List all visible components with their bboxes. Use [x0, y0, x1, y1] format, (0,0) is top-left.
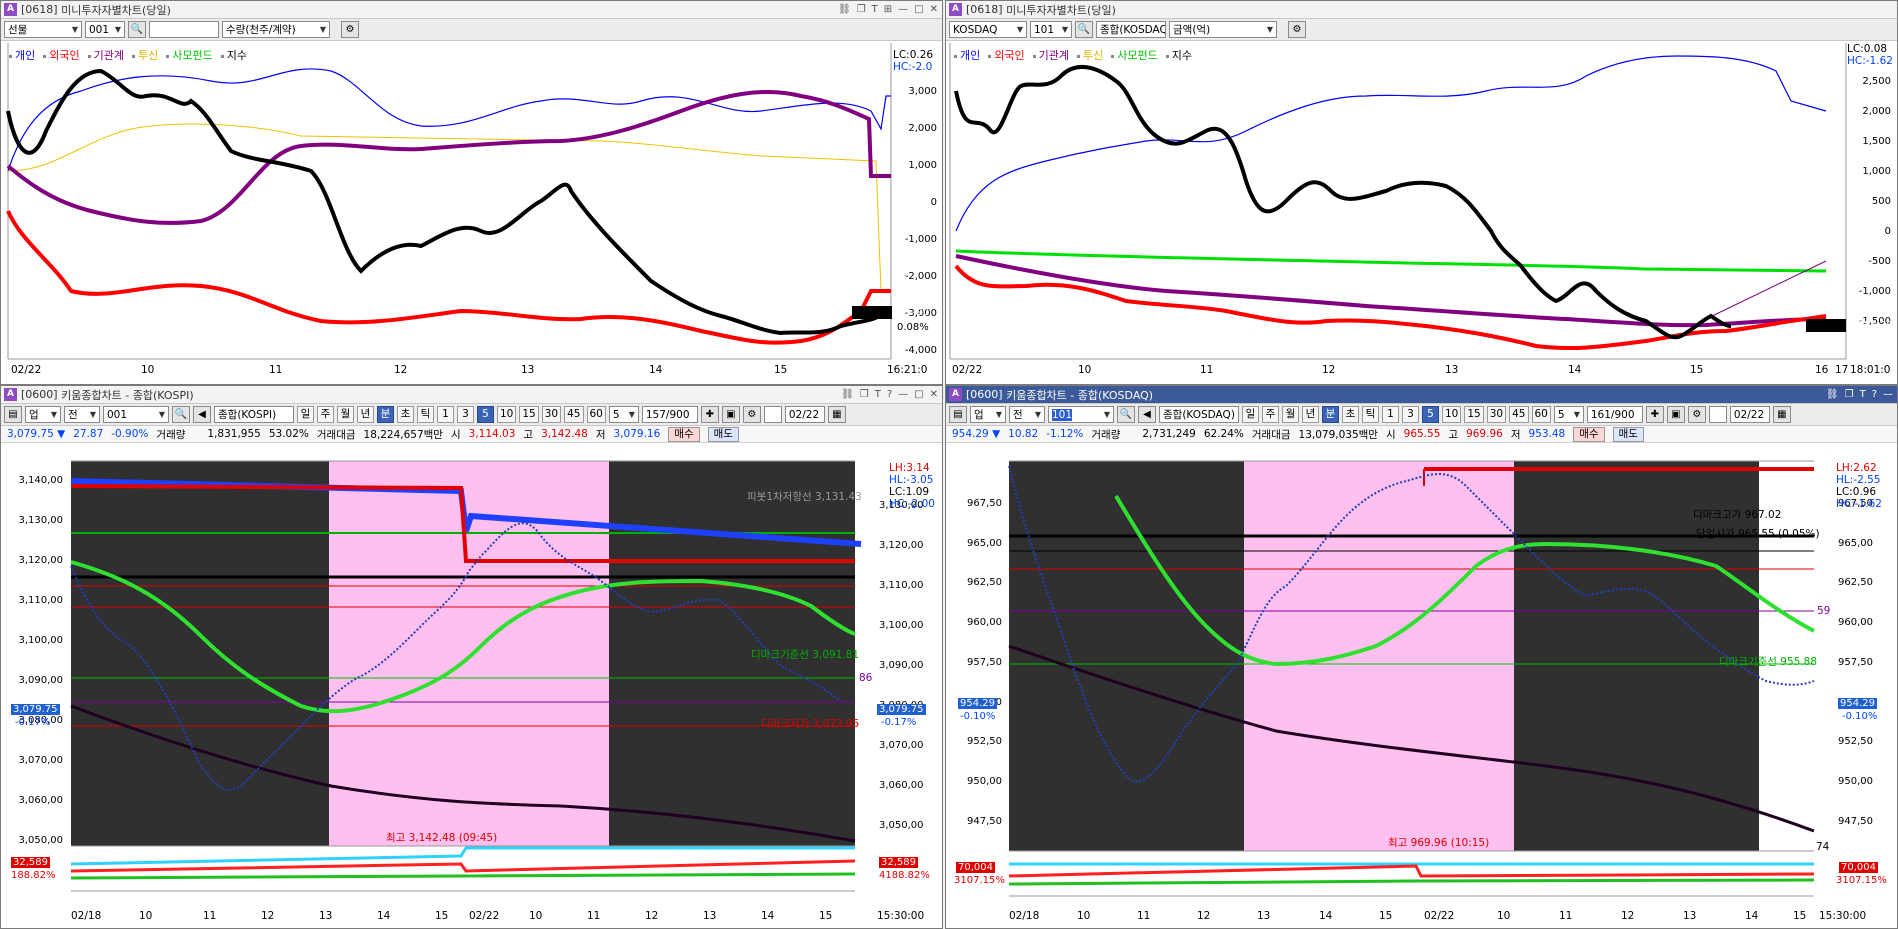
x-axis: 02/22 10 11 12 13 14 15 16 17 18:01:0	[952, 364, 1891, 376]
level-label: 59	[1817, 605, 1831, 617]
lc-hc-label: LC:0.08 HC:-1.62	[1847, 43, 1893, 67]
lc-hc-label: LC:0.26 HC:-2.0	[893, 49, 934, 73]
last-value-badge: 416.90	[894, 307, 929, 318]
high-note: 최고 969.96 (10:15)	[1388, 837, 1490, 849]
y-axis-left: 3,140,00 3,130,00 3,120,00 3,110,00 3,100,00…	[18, 475, 63, 846]
volume-pct-left: 3107.15%	[954, 875, 1005, 886]
current-pct-right: -0.10%	[1842, 711, 1878, 722]
x-axis: 02/22 10 11 12 13 14 15 16:21:0	[11, 364, 928, 376]
investor-chart-kospi-window: A [0618] 미니투자자별차트(당일) ⛓ ❐ T ⊞ — □ ✕ 선물 ▼ 001 ▼ 🔍…	[0, 0, 943, 385]
level-label: 86	[859, 672, 873, 684]
kospi-candle-window: A [0600] 키움종합차트 - 종합(KOSPI) ⛓ ❐ T? — □ ✕ ▤ 업 ▼…	[0, 385, 943, 929]
current-price-badge-right: 954.29	[1838, 698, 1877, 709]
x-axis: 02/18 10 11 12 13 14 15 02/22 10 11 12 13 14 15 15:30:…	[1009, 910, 1867, 922]
volume-badge-left: 32,589	[11, 857, 50, 868]
volume-pct-left: 188.82%	[11, 870, 56, 881]
y-axis: 2,500 2,000 1,500 1,000 500 0 -500 -1,000 -1,500	[1858, 76, 1891, 327]
x-axis: 02/18 10 11 12 13 14 15 02/22 10 11 12 13 14 15 15:30:…	[71, 910, 925, 922]
current-price-badge-left: 954.29	[958, 698, 997, 709]
volume-badge-left: 70,004	[956, 862, 995, 873]
last-pct: 0.08%	[897, 322, 929, 333]
kosdaq-candle-window: A [0600] 키움종합차트 - 종합(KOSDAQ) ⛓ ❐ T? — ▤ 업 ▼ …	[945, 385, 1898, 929]
current-pct-right: -0.17%	[881, 717, 917, 728]
volume-pct-right: 3107.15%	[1836, 875, 1887, 886]
high-note: 최고 3,142.48 (09:45)	[386, 832, 498, 844]
volume-badge-right: 70,004	[1839, 862, 1878, 873]
investor-chart-kosdaq-window: A [0618] 미니투자자별차트(당일) KOSDAQ ▼ 101 ▼ 🔍 종합(…	[945, 0, 1898, 385]
level-label-2: 74	[1816, 841, 1830, 853]
y-axis-right: 967,50965,00962,50960,00957,50955,00952,…	[1838, 498, 1873, 827]
demark-base-label: 디마크기준선 3,091.81	[751, 649, 860, 661]
y-axis-right: 3,130,00 3,120,00 3,110,00 3,100,00 3,090,00…	[879, 500, 924, 831]
demark-high-label: 디마크고가 967.02	[1693, 509, 1782, 521]
volume-badge-right: 32,589	[879, 857, 918, 868]
pivot-label: 피봇1차저항선 3,131.43	[747, 491, 862, 503]
demark-base-label: 디마크기준선 955.88	[1719, 656, 1818, 668]
investor-plot[interactable]	[1, 1, 943, 385]
current-pct-left: -0.17%	[15, 717, 51, 728]
current-price-badge-left: 3,079.75	[11, 704, 60, 715]
last-value-badge: 954.29	[1858, 320, 1893, 331]
investor-plot[interactable]	[946, 1, 1898, 385]
open-price-label: 당일시가 965.55 (0.05%)	[1696, 528, 1820, 540]
current-pct-left: -0.10%	[960, 711, 996, 722]
lh-hl-labels: LH:2.62 HL:-2.55 LC:0.96 HC:-1.62	[1836, 462, 1882, 510]
lh-hl-labels: LH:3.14 HL:-3.05 LC:1.09 HC:-2.00	[889, 462, 935, 510]
volume-pct-right: 4188.82%	[879, 870, 930, 881]
current-price-badge-right: 3,079.75	[877, 704, 926, 715]
y-axis-left: 967,50965,00962,50960,00957,50955,00952,…	[967, 498, 1002, 827]
demark-low-label: 디마크저가 3,073.95	[761, 718, 860, 730]
